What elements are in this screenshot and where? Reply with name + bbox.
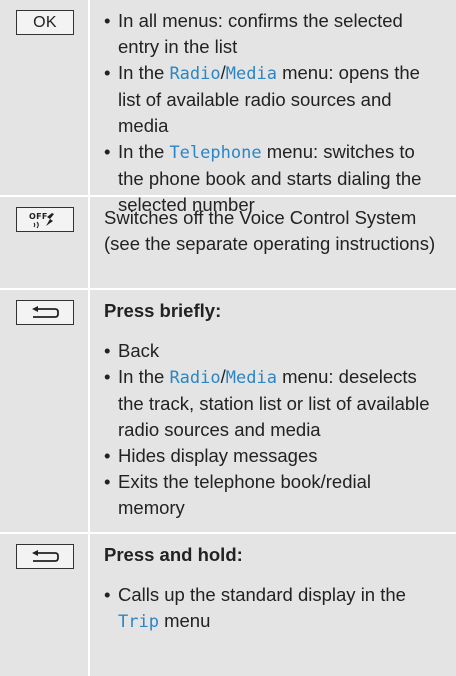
table-row-back-hold: Press and hold: Calls up the standard di… xyxy=(0,534,456,676)
svg-text:OFF: OFF xyxy=(29,212,48,221)
key-function-table: OK In all menus: confirms the selected e… xyxy=(0,0,456,676)
list-item: Hides display messages xyxy=(104,443,442,469)
key-cell xyxy=(0,534,88,676)
menu-name-radio: Radio xyxy=(169,368,221,388)
table-row-ok: OK In all menus: confirms the selected e… xyxy=(0,0,456,215)
list-item: In the Radio/Media menu: dese­lects the … xyxy=(104,364,442,443)
menu-name-trip: Trip xyxy=(118,612,159,632)
press-briefly-heading: Press briefly: xyxy=(104,300,222,321)
list-item: Calls up the standard display in the Tri… xyxy=(104,582,442,635)
ok-button-icon: OK xyxy=(16,10,74,35)
menu-name-telephone: Telephone xyxy=(169,143,262,163)
menu-name-media: Media xyxy=(225,64,277,84)
press-and-hold-heading: Press and hold: xyxy=(104,544,243,565)
table-row-back-brief: Press briefly: Back In the Radio/Media m… xyxy=(0,290,456,534)
menu-name-radio: Radio xyxy=(169,64,221,84)
list-item: In the Radio/Media menu: opens the list … xyxy=(104,60,442,139)
key-cell: OK xyxy=(0,0,88,195)
description-cell: In all menus: confirms the selected entr… xyxy=(88,0,456,215)
list-item: In the Telephone menu: switches to the p… xyxy=(104,139,442,218)
list-item: Back xyxy=(104,338,442,364)
key-cell xyxy=(0,290,88,532)
list-item: Exits the telephone book/redial memory xyxy=(104,469,442,521)
description-cell: Press and hold: Calls up the standard di… xyxy=(88,534,456,676)
key-cell: OFF xyxy=(0,197,88,288)
menu-name-media: Media xyxy=(225,368,277,388)
back-arrow-icon xyxy=(16,544,74,569)
description-cell: Press briefly: Back In the Radio/Media m… xyxy=(88,290,456,532)
voice-control-off-icon: OFF xyxy=(16,207,74,232)
back-arrow-icon xyxy=(16,300,74,325)
list-item: In all menus: confirms the selected entr… xyxy=(104,8,442,60)
